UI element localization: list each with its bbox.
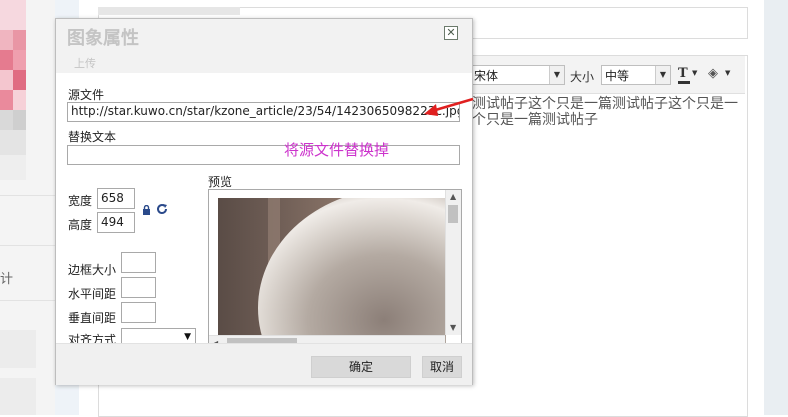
left-sidebar: 计 <box>0 0 55 415</box>
source-url-input[interactable]: http://star.kuwo.cn/star/kzone_article/2… <box>67 102 460 122</box>
align-select[interactable]: ▼ <box>121 328 196 343</box>
refresh-icon[interactable] <box>156 203 168 218</box>
lock-icon[interactable] <box>142 204 151 218</box>
vspace-input[interactable] <box>121 302 156 323</box>
hspace-label: 水平间距 <box>68 287 117 301</box>
highlight-color-icon: ◈ <box>708 66 718 81</box>
image-preview-box: ▲ ▼ ◀ <box>208 189 462 343</box>
height-input[interactable]: 494 <box>97 212 135 233</box>
chevron-down-icon: ▼ <box>725 69 731 77</box>
vertical-scrollbar[interactable]: ▲ ▼ <box>445 190 461 335</box>
preview-label: 预览 <box>208 175 233 189</box>
border-size-input[interactable] <box>121 252 156 273</box>
alt-text-input[interactable] <box>67 145 460 165</box>
chevron-down-icon: ▼ <box>692 69 698 77</box>
cancel-button[interactable]: 取消 <box>422 356 462 378</box>
source-url-value: http://star.kuwo.cn/star/kzone_article/2… <box>71 104 460 118</box>
horizontal-scrollbar[interactable]: ◀ <box>209 335 445 343</box>
chevron-down-icon: ▼ <box>549 66 564 84</box>
font-family-value: 宋体 <box>474 69 499 83</box>
annotation-text: 将源文件替换掉 <box>284 141 390 159</box>
align-label: 对齐方式 <box>68 333 117 343</box>
tab-upload[interactable]: 上传 <box>74 55 96 71</box>
hspace-input[interactable] <box>121 277 156 298</box>
height-value: 494 <box>101 215 124 229</box>
title-input-tab <box>98 7 240 15</box>
editor-content-text: 测试帖子这个只是一篇测试帖子这个只是一个只是一篇测试帖子 <box>472 96 738 128</box>
preview-image <box>218 198 446 343</box>
alt-text-label: 替换文本 <box>68 130 117 144</box>
blurred-avatar-image <box>0 0 26 180</box>
dialog-footer: 确定 取消 <box>56 343 472 385</box>
height-label: 高度 <box>68 218 93 232</box>
red-arrow-annotation <box>424 97 474 116</box>
right-column <box>764 0 788 415</box>
source-label: 源文件 <box>68 88 105 102</box>
width-input[interactable]: 658 <box>97 188 135 209</box>
dialog-body: 源文件 http://star.kuwo.cn/star/kzone_artic… <box>56 73 472 343</box>
image-properties-dialog: 图象属性 ✕ 上传 源文件 http://star.kuwo.cn/star/k… <box>55 18 473 385</box>
text-color-icon: T <box>678 66 688 81</box>
font-size-select[interactable]: 中等 ▼ <box>601 65 671 85</box>
dialog-header: 图象属性 ✕ 上传 <box>56 19 472 73</box>
width-value: 658 <box>101 191 124 205</box>
border-size-label: 边框大小 <box>68 263 117 277</box>
highlight-color-button[interactable]: ◈ ▼ <box>707 66 735 84</box>
sidebar-fragment-text: 计 <box>0 272 14 287</box>
scrollbar-thumb[interactable] <box>448 205 458 223</box>
width-label: 宽度 <box>68 194 93 208</box>
text-color-button[interactable]: T ▼ <box>677 66 703 84</box>
vspace-label: 垂直间距 <box>68 311 117 325</box>
dialog-title: 图象属性 <box>67 28 139 49</box>
font-size-value: 中等 <box>605 69 630 83</box>
font-size-label: 大小 <box>570 70 595 84</box>
ok-button[interactable]: 确定 <box>311 356 411 378</box>
close-icon[interactable]: ✕ <box>444 26 458 40</box>
chevron-down-icon: ▼ <box>184 332 191 342</box>
chevron-down-icon: ▼ <box>655 66 670 84</box>
font-family-select[interactable]: 宋体 ▼ <box>470 65 565 85</box>
